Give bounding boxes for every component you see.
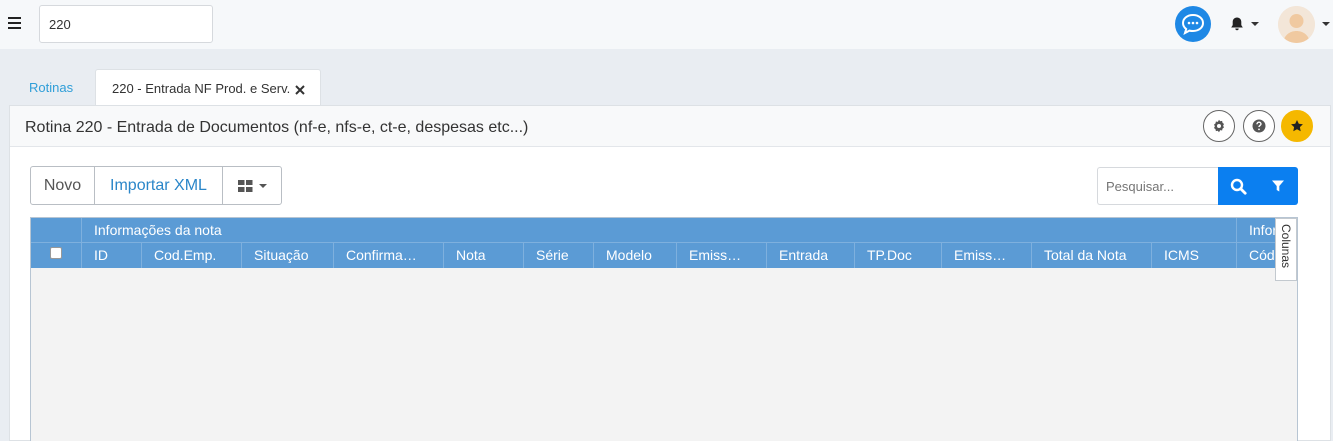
column-header-emissao[interactable]: Emiss…	[676, 243, 766, 268]
bell-icon	[1231, 17, 1243, 31]
question-icon	[1252, 119, 1266, 133]
action-button-group: Novo Importar XML	[30, 166, 282, 205]
help-button[interactable]	[1243, 110, 1275, 142]
column-header-icms[interactable]: ICMS	[1151, 243, 1236, 268]
filter-icon	[1272, 180, 1284, 192]
gear-icon	[1214, 119, 1224, 133]
group-header-informacoes: Informações da nota	[81, 218, 1236, 243]
column-header-situacao[interactable]: Situação	[241, 243, 333, 268]
column-header-id[interactable]: ID	[81, 243, 141, 268]
notes-grid: Informações da nota Infor ID Cod.Emp. Si…	[30, 217, 1298, 441]
grid-group-header-row: Informações da nota Infor	[31, 218, 1297, 243]
search-button[interactable]	[1218, 167, 1258, 205]
layout-dropdown-button[interactable]	[223, 167, 281, 204]
select-all-checkbox[interactable]	[50, 247, 62, 259]
grid-header: Informações da nota Infor ID Cod.Emp. Si…	[31, 218, 1297, 268]
column-header-confirmacao[interactable]: Confirma…	[333, 243, 443, 268]
panel-header: Rotina 220 - Entrada de Documentos (nf-e…	[10, 106, 1330, 147]
routine-panel: Rotina 220 - Entrada de Documentos (nf-e…	[9, 105, 1331, 441]
chevron-down-icon	[258, 183, 267, 188]
select-all-cell	[31, 218, 81, 268]
grid-column-header-row: ID Cod.Emp. Situação Confirma… Nota Séri…	[31, 243, 1297, 268]
search-input[interactable]	[1097, 167, 1218, 205]
column-header-cod-emp[interactable]: Cod.Emp.	[141, 243, 241, 268]
chat-bubble-icon	[1181, 13, 1205, 35]
favorite-button[interactable]	[1281, 110, 1313, 142]
star-icon	[1291, 120, 1303, 132]
user-menu[interactable]	[1278, 5, 1333, 43]
settings-button[interactable]	[1203, 110, 1235, 142]
tab-label: 220 - Entrada NF Prod. e Serv.	[112, 81, 291, 96]
avatar	[1278, 5, 1315, 43]
column-header-serie[interactable]: Série	[523, 243, 593, 268]
top-bar	[0, 0, 1333, 49]
column-header-tp-doc[interactable]: TP.Doc	[854, 243, 941, 268]
new-button[interactable]: Novo	[31, 167, 95, 204]
column-header-entrada[interactable]: Entrada	[766, 243, 854, 268]
chevron-down-icon	[1251, 22, 1259, 26]
filter-button[interactable]	[1258, 167, 1298, 205]
chat-button[interactable]	[1175, 6, 1211, 42]
notifications-dropdown[interactable]	[1229, 14, 1261, 34]
tab-routine-220[interactable]: 220 - Entrada NF Prod. e Serv.	[95, 69, 321, 106]
column-header-nota[interactable]: Nota	[443, 243, 523, 268]
close-icon[interactable]	[294, 82, 306, 96]
column-header-modelo[interactable]: Modelo	[593, 243, 676, 268]
import-xml-button[interactable]: Importar XML	[95, 167, 223, 204]
column-header-total-da-nota[interactable]: Total da Nota	[1031, 243, 1151, 268]
column-header-emissao-2[interactable]: Emiss…	[941, 243, 1031, 268]
routine-search-input[interactable]	[39, 5, 213, 43]
grid-view-icon	[237, 179, 252, 192]
columns-label: Colunas	[1279, 224, 1293, 269]
tab-rotinas[interactable]: Rotinas	[29, 80, 73, 95]
page-title: Rotina 220 - Entrada de Documentos (nf-e…	[25, 119, 529, 136]
search-filter-buttons	[1218, 167, 1298, 205]
hamburger-icon[interactable]	[8, 17, 21, 29]
columns-side-tab[interactable]: Colunas	[1275, 218, 1297, 281]
search-icon	[1230, 178, 1247, 195]
chevron-down-icon	[1322, 22, 1330, 26]
